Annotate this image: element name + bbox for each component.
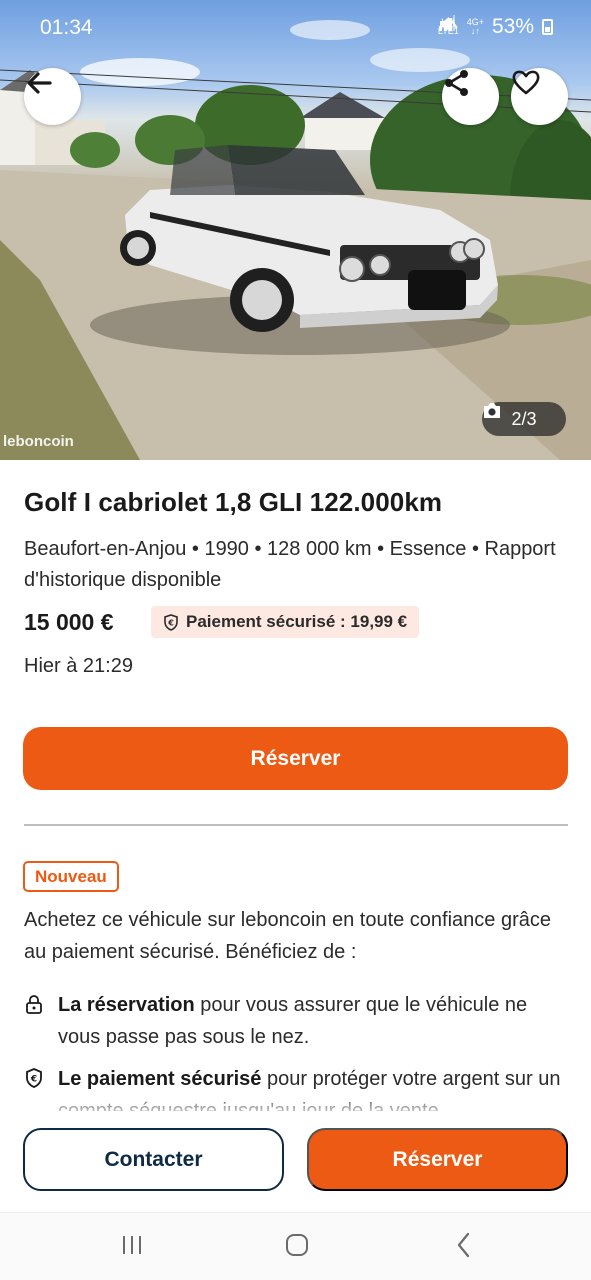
status-time: 01:34 <box>40 16 93 39</box>
data-arrows-icon: ↓↑ <box>470 26 480 36</box>
euro-shield-icon: € <box>164 613 178 631</box>
network-type: 4G+ ↓↑ <box>467 18 484 36</box>
camera-icon <box>484 403 500 418</box>
share-button[interactable] <box>442 68 499 125</box>
photo-counter-label: 2/3 <box>511 408 537 429</box>
feature-reservation: La réservation pour vous assurer que le … <box>24 989 564 1053</box>
home-icon <box>286 1234 308 1256</box>
svg-text:€: € <box>30 1075 37 1085</box>
listing-photo[interactable]: 01:34 Vo) LTE1 4G+ ↓↑ 53% <box>0 0 591 460</box>
heart-icon <box>512 70 540 95</box>
feature-reservation-title: La réservation <box>58 994 195 1016</box>
system-back-button[interactable] <box>449 1230 479 1260</box>
car-photo-illustration <box>0 20 591 460</box>
section-divider <box>24 824 568 826</box>
leboncoin-watermark: leboncoin <box>3 433 74 450</box>
listing-meta: Beaufort-en-Anjou • 1990 • 128 000 km • … <box>24 538 556 591</box>
svg-text:€: € <box>167 618 174 627</box>
signal-icon <box>438 15 455 31</box>
share-icon <box>445 70 468 96</box>
favorite-button[interactable] <box>511 68 568 125</box>
status-icons: Vo) LTE1 4G+ ↓↑ 53% <box>438 15 553 39</box>
listing-title: Golf I cabriolet 1,8 GLI 122.000km <box>24 487 443 517</box>
listing-price: 15 000 € <box>24 609 114 635</box>
reserve-button[interactable]: Réserver <box>307 1128 568 1191</box>
battery-percent: 53% <box>491 15 534 38</box>
new-badge: Nouveau <box>23 861 119 892</box>
listing-date: Hier à 21:29 <box>24 655 133 677</box>
reserve-button-main[interactable]: Réserver <box>23 727 568 790</box>
contact-button[interactable]: Contacter <box>23 1128 284 1191</box>
promo-intro: Achetez ce véhicule sur leboncoin en tou… <box>24 909 552 963</box>
recent-apps-icon <box>123 1236 141 1254</box>
feature-secure-payment-title: Le paiement sécurisé <box>58 1068 262 1090</box>
back-icon <box>457 1232 470 1258</box>
lock-icon <box>26 995 42 1014</box>
recent-apps-button[interactable] <box>117 1230 147 1260</box>
arrow-left-icon <box>27 72 52 94</box>
secure-payment-chip: € Paiement sécurisé : 19,99 € <box>151 606 420 638</box>
back-button[interactable] <box>24 68 81 125</box>
photo-counter: 2/3 <box>482 402 566 436</box>
secure-payment-label: Paiement sécurisé : 19,99 € <box>186 612 408 631</box>
euro-shield-icon: € <box>26 1068 42 1088</box>
status-bar: 01:34 Vo) LTE1 4G+ ↓↑ 53% <box>0 0 591 56</box>
home-button[interactable] <box>282 1230 312 1260</box>
battery-icon <box>542 19 553 35</box>
